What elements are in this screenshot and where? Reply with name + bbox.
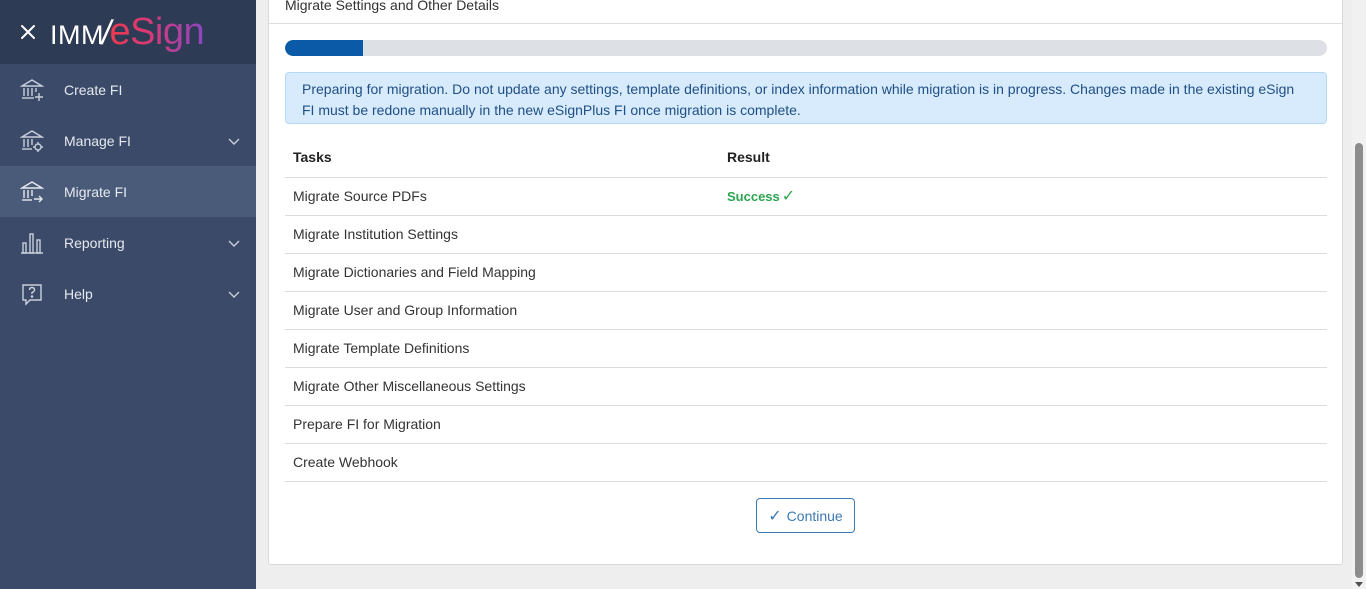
table-row: Migrate Other Miscellaneous Settings bbox=[285, 367, 1327, 406]
task-result bbox=[719, 253, 1327, 292]
task-result bbox=[719, 443, 1327, 482]
table-row: Create Webhook bbox=[285, 443, 1327, 482]
tasks-table: Tasks Result Migrate Source PDFs Success… bbox=[285, 138, 1327, 482]
task-name: Migrate Other Miscellaneous Settings bbox=[285, 367, 719, 406]
chevron-down-icon bbox=[228, 236, 240, 248]
table-row: Migrate Institution Settings bbox=[285, 215, 1327, 254]
task-name: Migrate Source PDFs bbox=[285, 177, 719, 216]
table-row: Prepare FI for Migration bbox=[285, 405, 1327, 444]
migration-card: Migrate Settings and Other Details Prepa… bbox=[268, 0, 1343, 565]
info-alert: Preparing for migration. Do not update a… bbox=[285, 72, 1327, 124]
logo-imm-text: IMM bbox=[50, 19, 104, 50]
chevron-down-icon bbox=[228, 134, 240, 146]
bank-gear-icon bbox=[20, 129, 44, 153]
sidebar-item-migrate-fi[interactable]: Migrate FI bbox=[0, 166, 256, 217]
sidebar-item-help[interactable]: Help bbox=[0, 268, 256, 319]
table-row: Migrate User and Group Information bbox=[285, 291, 1327, 330]
check-icon: ✓ bbox=[781, 188, 796, 205]
table-row: Migrate Dictionaries and Field Mapping bbox=[285, 253, 1327, 292]
sidebar-header: IMM / eSign bbox=[0, 0, 256, 64]
sidebar: IMM / eSign Create FI Manage FI Migrate … bbox=[0, 0, 256, 589]
sidebar-item-label: Create FI bbox=[64, 81, 123, 98]
scroll-down-arrow-icon[interactable] bbox=[1355, 582, 1363, 587]
task-result bbox=[719, 215, 1327, 254]
check-icon: ✓ bbox=[768, 507, 782, 525]
column-header-tasks: Tasks bbox=[285, 138, 719, 178]
column-header-result: Result bbox=[719, 138, 1327, 178]
task-name: Create Webhook bbox=[285, 443, 719, 482]
sidebar-item-label: Help bbox=[64, 285, 93, 302]
sidebar-nav: Create FI Manage FI Migrate FI Reporting… bbox=[0, 64, 256, 319]
bar-chart-icon bbox=[20, 231, 44, 255]
card-header: Migrate Settings and Other Details bbox=[269, 0, 1342, 24]
main-content: Migrate Settings and Other Details Prepa… bbox=[256, 0, 1352, 589]
scrollbar-thumb[interactable] bbox=[1355, 143, 1363, 578]
task-name: Prepare FI for Migration bbox=[285, 405, 719, 444]
logo: IMM / eSign bbox=[50, 10, 205, 54]
task-result: Success ✓ bbox=[719, 177, 1327, 216]
table-row: Migrate Source PDFs Success ✓ bbox=[285, 177, 1327, 216]
task-name: Migrate Template Definitions bbox=[285, 329, 719, 368]
logo-esign-text: eSign bbox=[109, 10, 205, 53]
task-name: Migrate Institution Settings bbox=[285, 215, 719, 254]
bank-arrow-icon bbox=[20, 180, 44, 204]
chevron-down-icon bbox=[228, 287, 240, 299]
task-name: Migrate User and Group Information bbox=[285, 291, 719, 330]
page-scrollbar[interactable] bbox=[1352, 0, 1366, 589]
help-icon bbox=[20, 282, 44, 306]
table-header-row: Tasks Result bbox=[285, 138, 1327, 178]
sidebar-item-label: Reporting bbox=[64, 234, 125, 251]
success-status: Success bbox=[727, 189, 780, 204]
continue-button[interactable]: ✓ Continue bbox=[756, 498, 855, 533]
sidebar-item-reporting[interactable]: Reporting bbox=[0, 217, 256, 268]
progress-fill bbox=[285, 40, 364, 56]
close-icon[interactable] bbox=[18, 22, 38, 42]
task-name: Migrate Dictionaries and Field Mapping bbox=[285, 253, 719, 292]
sidebar-item-create-fi[interactable]: Create FI bbox=[0, 64, 256, 115]
task-result bbox=[719, 329, 1327, 368]
sidebar-item-manage-fi[interactable]: Manage FI bbox=[0, 115, 256, 166]
bank-plus-icon bbox=[20, 78, 44, 102]
continue-label: Continue bbox=[786, 507, 843, 524]
task-result bbox=[719, 367, 1327, 406]
progress-bar bbox=[285, 40, 1327, 56]
card-title: Migrate Settings and Other Details bbox=[285, 0, 499, 13]
task-result bbox=[719, 291, 1327, 330]
table-row: Migrate Template Definitions bbox=[285, 329, 1327, 368]
sidebar-item-label: Migrate FI bbox=[64, 183, 128, 200]
task-result bbox=[719, 405, 1327, 444]
sidebar-item-label: Manage FI bbox=[64, 132, 131, 149]
